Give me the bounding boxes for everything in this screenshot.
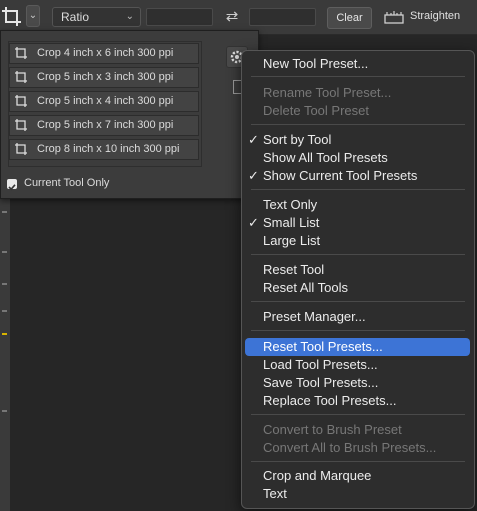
preset-item[interactable]: Crop 8 inch x 10 inch 300 ppi [9, 139, 199, 160]
clear-button[interactable]: Clear [327, 7, 372, 29]
crop-icon [14, 46, 28, 60]
tool-presets-panel: Crop 4 inch x 6 inch 300 ppi Crop 5 inch… [0, 30, 259, 199]
check-icon: ✓ [248, 168, 259, 183]
preset-label: Crop 5 inch x 7 inch 300 ppi [37, 119, 174, 131]
preset-item[interactable]: Crop 5 inch x 4 inch 300 ppi [9, 91, 199, 112]
menu-item-crop-and-marquee[interactable]: Crop and Marquee [263, 468, 371, 484]
preset-item[interactable]: Crop 4 inch x 6 inch 300 ppi [9, 43, 199, 64]
tool-tick [2, 211, 7, 213]
chevron-down-icon: ⌄ [28, 10, 38, 21]
tool-tick [2, 333, 7, 335]
menu-item-load-tool-presets[interactable]: Load Tool Presets... [263, 357, 378, 373]
menu-item-preset-manager[interactable]: Preset Manager... [263, 309, 366, 325]
crop-icon [14, 142, 28, 156]
menu-item-replace-tool-presets[interactable]: Replace Tool Presets... [263, 393, 396, 409]
menu-separator [251, 254, 465, 255]
menu-separator [251, 330, 465, 331]
check-icon: ✓ [248, 132, 259, 147]
menu-item-rename-tool-preset: Rename Tool Preset... [263, 85, 392, 100]
menu-item-delete-tool-preset: Delete Tool Preset [263, 103, 369, 118]
straighten-icon[interactable] [383, 8, 405, 26]
current-tool-only-checkbox[interactable] [7, 179, 17, 191]
tool-tick [2, 283, 7, 285]
menu-separator [251, 301, 465, 302]
chevron-down-icon: ⌄ [125, 11, 134, 22]
crop-icon[interactable] [0, 4, 24, 30]
preset-label: Crop 4 inch x 6 inch 300 ppi [37, 47, 174, 59]
menu-item-reset-tool-presets[interactable]: Reset Tool Presets... [263, 339, 383, 355]
menu-item-reset-tool[interactable]: Reset Tool [263, 262, 324, 278]
menu-item-large-list[interactable]: Large List [263, 233, 320, 249]
tool-tick [2, 410, 7, 412]
menu-item-small-list[interactable]: Small List [263, 215, 319, 231]
menu-separator [251, 76, 465, 77]
crop-icon [14, 118, 28, 132]
current-tool-only-label: Current Tool Only [24, 177, 110, 189]
presets-context-menu: New Tool Preset... Rename Tool Preset...… [241, 50, 475, 509]
tool-preset-dropdown[interactable]: ⌄ [26, 5, 40, 27]
straighten-label[interactable]: Straighten [410, 10, 460, 22]
menu-item-text-only[interactable]: Text Only [263, 197, 317, 213]
menu-separator [251, 189, 465, 190]
menu-separator [251, 124, 465, 125]
height-input[interactable] [249, 8, 316, 26]
menu-item-new-tool-preset[interactable]: New Tool Preset... [263, 56, 368, 72]
preset-label: Crop 8 inch x 10 inch 300 ppi [37, 143, 180, 155]
width-input[interactable] [146, 8, 213, 26]
tool-tick [2, 251, 7, 253]
ratio-select[interactable]: Ratio ⌄ [52, 7, 141, 27]
preset-label: Crop 5 inch x 4 inch 300 ppi [37, 95, 174, 107]
menu-item-save-tool-presets[interactable]: Save Tool Presets... [263, 375, 378, 391]
menu-item-show-current-tool-presets[interactable]: Show Current Tool Presets [263, 168, 417, 184]
menu-item-reset-all-tools[interactable]: Reset All Tools [263, 280, 348, 296]
menu-item-show-all-tool-presets[interactable]: Show All Tool Presets [263, 150, 388, 166]
menu-separator [251, 414, 465, 415]
crop-icon [14, 94, 28, 108]
swap-icon[interactable]: ⇄ [222, 6, 242, 28]
preset-item[interactable]: Crop 5 inch x 7 inch 300 ppi [9, 115, 199, 136]
check-icon [8, 184, 16, 191]
ratio-value: Ratio [61, 10, 90, 24]
check-icon: ✓ [248, 215, 259, 230]
tool-tick [2, 310, 7, 312]
menu-separator [251, 461, 465, 462]
preset-label: Crop 5 inch x 3 inch 300 ppi [37, 71, 174, 83]
menu-item-text[interactable]: Text [263, 486, 287, 502]
preset-item[interactable]: Crop 5 inch x 3 inch 300 ppi [9, 67, 199, 88]
crop-icon [14, 70, 28, 84]
menu-item-convert-to-brush-preset: Convert to Brush Preset [263, 422, 402, 437]
menu-item-convert-all-to-brush-presets: Convert All to Brush Presets... [263, 440, 437, 455]
menu-item-sort-by-tool[interactable]: Sort by Tool [263, 132, 331, 148]
